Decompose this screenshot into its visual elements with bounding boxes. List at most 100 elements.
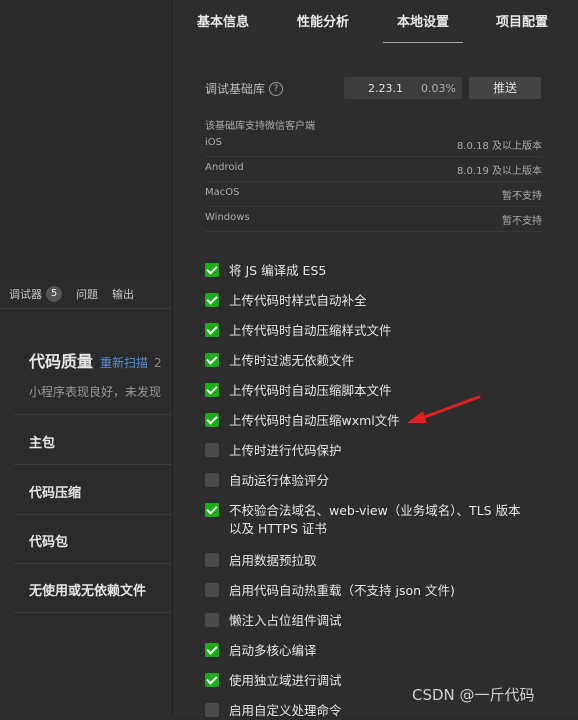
details-tabs: 基本信息 性能分析 本地设置 项目配置 <box>173 0 578 44</box>
option-label: 将 JS 编译成 ES5 <box>229 263 327 278</box>
option-isolated-debug[interactable]: 使用独立域进行调试 <box>205 672 342 690</box>
option-label: 启用数据预拉取 <box>229 553 317 568</box>
quality-item-code-compress[interactable]: 代码压缩 <box>29 482 172 501</box>
option-auto-audit[interactable]: 自动运行体验评分 <box>205 472 329 490</box>
checkbox[interactable] <box>205 353 219 367</box>
option-label: 上传代码时自动压缩脚本文件 <box>229 383 392 398</box>
watermark: CSDN @一斤代码 <box>412 686 535 704</box>
divider <box>205 206 542 207</box>
platform-row: iOS 8.0.18 及以上版本 <box>205 137 542 152</box>
checkbox[interactable] <box>205 613 219 627</box>
option-custom-command[interactable]: 启用自定义处理命令 <box>205 702 342 720</box>
tab-performance[interactable]: 性能分析 <box>297 11 349 30</box>
option-label: 上传时进行代码保护 <box>229 443 342 458</box>
checkbox[interactable] <box>205 443 219 457</box>
option-lazy-placeholder[interactable]: 懒注入占位组件调试 <box>205 612 342 630</box>
option-prefetch[interactable]: 启用数据预拉取 <box>205 552 317 570</box>
checkbox[interactable] <box>205 263 219 277</box>
checkbox[interactable] <box>205 673 219 687</box>
divider <box>14 464 172 465</box>
quality-item-unused-files[interactable]: 无使用或无依赖文件 <box>29 580 172 599</box>
option-label: 启用代码自动热重载（不支持 json 文件) <box>229 583 455 598</box>
quality-count: 2 <box>154 356 162 370</box>
option-code-protect[interactable]: 上传时进行代码保护 <box>205 442 342 460</box>
divider <box>205 181 542 182</box>
lib-version-select[interactable]: 2.23.1 0.03% <box>344 77 462 99</box>
checkbox[interactable] <box>205 583 219 597</box>
push-button[interactable]: 推送 <box>469 77 541 99</box>
option-filter-unused[interactable]: 上传时过滤无依赖文件 <box>205 352 354 370</box>
divider <box>205 156 542 157</box>
divider <box>14 563 172 564</box>
tab-local-settings[interactable]: 本地设置 <box>397 11 449 30</box>
option-label: 上传代码时自动压缩wxml文件 <box>229 413 400 428</box>
code-quality-title: 代码质量 <box>29 352 94 371</box>
checkbox[interactable] <box>205 553 219 567</box>
support-note: 该基础库支持微信客户端 <box>205 121 315 132</box>
divider <box>14 414 172 415</box>
option-compile-es5[interactable]: 将 JS 编译成 ES5 <box>205 262 326 280</box>
tab-basic-info[interactable]: 基本信息 <box>197 11 249 30</box>
debugger-count-badge: 5 <box>46 286 62 302</box>
checkbox[interactable] <box>205 643 219 657</box>
divider <box>0 308 172 309</box>
checkbox[interactable] <box>205 383 219 397</box>
tab-output[interactable]: 输出 <box>112 286 134 302</box>
tab-project-config[interactable]: 项目配置 <box>496 11 548 30</box>
option-label: 启动多核心编译 <box>229 643 317 658</box>
lib-version: 2.23.1 <box>368 81 403 95</box>
option-hot-reload[interactable]: 启用代码自动热重载（不支持 json 文件) <box>205 582 455 600</box>
debug-lib-label-text: 调试基础库 <box>205 82 266 96</box>
checkbox[interactable] <box>205 503 219 517</box>
tab-debugger-label: 调试器 <box>9 288 42 301</box>
platform-row: MacOS 暂不支持 <box>205 187 542 202</box>
tab-problems[interactable]: 问题 <box>76 286 98 302</box>
option-label: 上传代码时样式自动补全 <box>229 293 367 308</box>
details-panel: 基本信息 性能分析 本地设置 项目配置 调试基础库 ? 2.23.1 0.03%… <box>172 0 578 718</box>
divider <box>14 514 172 515</box>
red-arrow-annotation <box>407 395 481 423</box>
rescan-link[interactable]: 重新扫描 <box>100 354 148 371</box>
platform-row: Windows 暂不支持 <box>205 212 542 227</box>
checkbox[interactable] <box>205 473 219 487</box>
option-minify-style[interactable]: 上传代码时自动压缩样式文件 <box>205 322 392 340</box>
platform-name: Windows <box>205 212 250 223</box>
option-label: 自动运行体验评分 <box>229 473 330 488</box>
simulator-area <box>0 0 172 280</box>
checkbox[interactable] <box>205 413 219 427</box>
lib-percent: 0.03% <box>421 81 456 95</box>
platform-name: iOS <box>205 137 222 148</box>
divider <box>14 612 172 613</box>
debug-tab-bar: 调试器 5 问题 输出 <box>0 280 172 308</box>
checkbox[interactable] <box>205 293 219 307</box>
platform-row: Android 8.0.19 及以上版本 <box>205 162 542 177</box>
platform-requirement: 8.0.18 及以上版本 <box>457 141 542 152</box>
option-label: 懒注入占位组件调试 <box>229 613 342 628</box>
tab-debugger[interactable]: 调试器 5 <box>9 286 62 302</box>
checkbox[interactable] <box>205 323 219 337</box>
option-label: 使用独立域进行调试 <box>229 673 342 688</box>
quality-item-main-package[interactable]: 主包 <box>29 432 172 451</box>
option-label: 上传时过滤无依赖文件 <box>229 353 355 368</box>
platform-name: Android <box>205 162 244 173</box>
option-skip-domain-check[interactable]: 不校验合法域名、web-view（业务域名）、TLS 版本以及 HTTPS 证书 <box>205 502 535 538</box>
platform-requirement: 8.0.19 及以上版本 <box>457 166 542 177</box>
option-label: 上传代码时自动压缩样式文件 <box>229 323 392 338</box>
quality-description: 小程序表现良好，未发现 <box>29 385 162 399</box>
option-label: 不校验合法域名、web-view（业务域名）、TLS 版本以及 HTTPS 证书 <box>229 503 521 536</box>
option-style-autoprefix[interactable]: 上传代码时样式自动补全 <box>205 292 367 310</box>
option-label: 启用自定义处理命令 <box>229 703 342 718</box>
quality-item-code-package[interactable]: 代码包 <box>29 531 172 550</box>
divider <box>205 231 542 232</box>
option-minify-script[interactable]: 上传代码时自动压缩脚本文件 <box>205 382 392 400</box>
active-tab-underline <box>383 42 463 43</box>
platform-requirement: 暂不支持 <box>502 191 542 202</box>
left-panel: 调试器 5 问题 输出 代码质量 重新扫描 2 小程序表现良好，未发现 主包 代… <box>0 0 172 715</box>
platform-requirement: 暂不支持 <box>502 216 542 227</box>
help-icon[interactable]: ? <box>269 81 284 96</box>
code-quality-header: 代码质量 重新扫描 2 <box>29 348 162 372</box>
platform-name: MacOS <box>205 187 240 198</box>
option-minify-wxml[interactable]: 上传代码时自动压缩wxml文件 <box>205 412 400 430</box>
option-multicore-compile[interactable]: 启动多核心编译 <box>205 642 317 660</box>
debug-lib-label: 调试基础库 ? <box>205 80 284 97</box>
